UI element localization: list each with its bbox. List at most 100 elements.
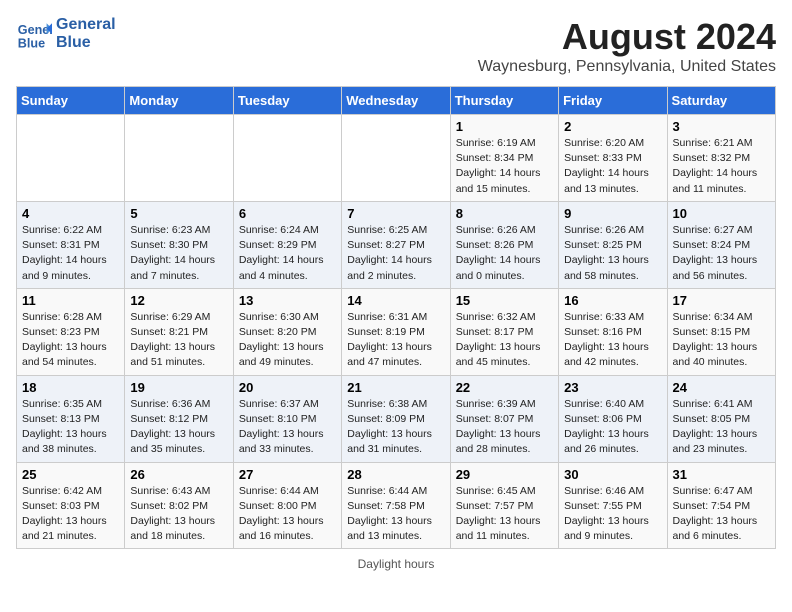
day-number: 1 xyxy=(456,119,553,134)
day-info: Sunrise: 6:27 AM Sunset: 8:24 PM Dayligh… xyxy=(673,223,770,284)
day-number: 16 xyxy=(564,293,661,308)
footer: Daylight hours xyxy=(16,557,776,571)
calendar-cell: 7 Sunrise: 6:25 AM Sunset: 8:27 PM Daylig… xyxy=(342,201,450,288)
calendar-cell xyxy=(233,115,341,202)
calendar-cell: 31 Sunrise: 6:47 AM Sunset: 7:54 PM Dayli… xyxy=(667,462,775,549)
calendar-cell: 3 Sunrise: 6:21 AM Sunset: 8:32 PM Daylig… xyxy=(667,115,775,202)
day-number: 24 xyxy=(673,380,770,395)
day-info: Sunrise: 6:42 AM Sunset: 8:03 PM Dayligh… xyxy=(22,484,119,545)
day-number: 25 xyxy=(22,467,119,482)
day-info: Sunrise: 6:26 AM Sunset: 8:26 PM Dayligh… xyxy=(456,223,553,284)
day-number: 29 xyxy=(456,467,553,482)
calendar: SundayMondayTuesdayWednesdayThursdayFrid… xyxy=(16,86,776,549)
day-number: 13 xyxy=(239,293,336,308)
day-number: 21 xyxy=(347,380,444,395)
day-info: Sunrise: 6:45 AM Sunset: 7:57 PM Dayligh… xyxy=(456,484,553,545)
day-number: 23 xyxy=(564,380,661,395)
calendar-cell: 14 Sunrise: 6:31 AM Sunset: 8:19 PM Dayli… xyxy=(342,288,450,375)
day-info: Sunrise: 6:34 AM Sunset: 8:15 PM Dayligh… xyxy=(673,310,770,371)
calendar-cell: 11Sunrise: 6:28 AM Sunset: 8:23 PM Dayli… xyxy=(17,288,125,375)
logo-line2: Blue xyxy=(56,34,116,52)
day-number: 7 xyxy=(347,206,444,221)
day-header-sunday: Sunday xyxy=(17,87,125,115)
day-number: 17 xyxy=(673,293,770,308)
day-info: Sunrise: 6:39 AM Sunset: 8:07 PM Dayligh… xyxy=(456,397,553,458)
calendar-cell: 25 Sunrise: 6:42 AM Sunset: 8:03 PM Dayli… xyxy=(17,462,125,549)
day-number: 8 xyxy=(456,206,553,221)
calendar-cell: 26 Sunrise: 6:43 AM Sunset: 8:02 PM Dayli… xyxy=(125,462,233,549)
day-info: Sunrise: 6:46 AM Sunset: 7:55 PM Dayligh… xyxy=(564,484,661,545)
day-header-monday: Monday xyxy=(125,87,233,115)
day-number: 26 xyxy=(130,467,227,482)
day-info: Sunrise: 6:35 AM Sunset: 8:13 PM Dayligh… xyxy=(22,397,119,458)
calendar-cell: 16 Sunrise: 6:33 AM Sunset: 8:16 PM Dayli… xyxy=(559,288,667,375)
calendar-cell xyxy=(342,115,450,202)
calendar-cell xyxy=(17,115,125,202)
calendar-cell: 24 Sunrise: 6:41 AM Sunset: 8:05 PM Dayli… xyxy=(667,375,775,462)
day-number: 9 xyxy=(564,206,661,221)
day-number: 6 xyxy=(239,206,336,221)
calendar-cell: 20 Sunrise: 6:37 AM Sunset: 8:10 PM Dayli… xyxy=(233,375,341,462)
day-number: 30 xyxy=(564,467,661,482)
calendar-cell: 22 Sunrise: 6:39 AM Sunset: 8:07 PM Dayli… xyxy=(450,375,558,462)
day-number: 19 xyxy=(130,380,227,395)
calendar-cell xyxy=(125,115,233,202)
day-info: Sunrise: 6:19 AM Sunset: 8:34 PM Dayligh… xyxy=(456,136,553,197)
day-info: Sunrise: 6:22 AM Sunset: 8:31 PM Dayligh… xyxy=(22,223,119,284)
main-title: August 2024 xyxy=(478,16,776,58)
day-number: 31 xyxy=(673,467,770,482)
logo-line1: General xyxy=(56,16,116,34)
day-info: Sunrise: 6:41 AM Sunset: 8:05 PM Dayligh… xyxy=(673,397,770,458)
day-number: 5 xyxy=(130,206,227,221)
calendar-cell: 2Sunrise: 6:20 AM Sunset: 8:33 PM Daylig… xyxy=(559,115,667,202)
calendar-cell: 23 Sunrise: 6:40 AM Sunset: 8:06 PM Dayli… xyxy=(559,375,667,462)
day-info: Sunrise: 6:29 AM Sunset: 8:21 PM Dayligh… xyxy=(130,310,227,371)
calendar-cell: 17 Sunrise: 6:34 AM Sunset: 8:15 PM Dayli… xyxy=(667,288,775,375)
day-info: Sunrise: 6:43 AM Sunset: 8:02 PM Dayligh… xyxy=(130,484,227,545)
day-info: Sunrise: 6:21 AM Sunset: 8:32 PM Dayligh… xyxy=(673,136,770,197)
day-number: 11 xyxy=(22,293,119,308)
day-info: Sunrise: 6:36 AM Sunset: 8:12 PM Dayligh… xyxy=(130,397,227,458)
day-info: Sunrise: 6:30 AM Sunset: 8:20 PM Dayligh… xyxy=(239,310,336,371)
day-number: 27 xyxy=(239,467,336,482)
calendar-cell: 5 Sunrise: 6:23 AM Sunset: 8:30 PM Daylig… xyxy=(125,201,233,288)
day-number: 15 xyxy=(456,293,553,308)
day-info: Sunrise: 6:40 AM Sunset: 8:06 PM Dayligh… xyxy=(564,397,661,458)
day-info: Sunrise: 6:23 AM Sunset: 8:30 PM Dayligh… xyxy=(130,223,227,284)
day-info: Sunrise: 6:26 AM Sunset: 8:25 PM Dayligh… xyxy=(564,223,661,284)
calendar-cell: 8 Sunrise: 6:26 AM Sunset: 8:26 PM Daylig… xyxy=(450,201,558,288)
calendar-cell: 13 Sunrise: 6:30 AM Sunset: 8:20 PM Dayli… xyxy=(233,288,341,375)
day-number: 4 xyxy=(22,206,119,221)
day-number: 12 xyxy=(130,293,227,308)
calendar-cell: 28Sunrise: 6:44 AM Sunset: 7:58 PM Dayli… xyxy=(342,462,450,549)
calendar-cell: 1 Sunrise: 6:19 AM Sunset: 8:34 PM Daylig… xyxy=(450,115,558,202)
day-number: 22 xyxy=(456,380,553,395)
day-info: Sunrise: 6:44 AM Sunset: 8:00 PM Dayligh… xyxy=(239,484,336,545)
day-number: 10 xyxy=(673,206,770,221)
logo-icon: General Blue xyxy=(16,16,52,52)
day-info: Sunrise: 6:31 AM Sunset: 8:19 PM Dayligh… xyxy=(347,310,444,371)
subtitle: Waynesburg, Pennsylvania, United States xyxy=(478,58,776,76)
day-number: 14 xyxy=(347,293,444,308)
calendar-cell: 21 Sunrise: 6:38 AM Sunset: 8:09 PM Dayli… xyxy=(342,375,450,462)
calendar-cell: 30 Sunrise: 6:46 AM Sunset: 7:55 PM Dayli… xyxy=(559,462,667,549)
day-number: 18 xyxy=(22,380,119,395)
day-number: 3 xyxy=(673,119,770,134)
day-number: 20 xyxy=(239,380,336,395)
day-info: Sunrise: 6:33 AM Sunset: 8:16 PM Dayligh… xyxy=(564,310,661,371)
title-area: August 2024 Waynesburg, Pennsylvania, Un… xyxy=(478,16,776,76)
day-info: Sunrise: 6:38 AM Sunset: 8:09 PM Dayligh… xyxy=(347,397,444,458)
svg-text:Blue: Blue xyxy=(18,37,45,51)
day-info: Sunrise: 6:32 AM Sunset: 8:17 PM Dayligh… xyxy=(456,310,553,371)
day-info: Sunrise: 6:24 AM Sunset: 8:29 PM Dayligh… xyxy=(239,223,336,284)
header: General Blue General Blue August 2024 Wa… xyxy=(16,16,776,76)
day-header-wednesday: Wednesday xyxy=(342,87,450,115)
day-header-tuesday: Tuesday xyxy=(233,87,341,115)
day-info: Sunrise: 6:25 AM Sunset: 8:27 PM Dayligh… xyxy=(347,223,444,284)
day-info: Sunrise: 6:37 AM Sunset: 8:10 PM Dayligh… xyxy=(239,397,336,458)
calendar-cell: 4 Sunrise: 6:22 AM Sunset: 8:31 PM Daylig… xyxy=(17,201,125,288)
day-info: Sunrise: 6:44 AM Sunset: 7:58 PM Dayligh… xyxy=(347,484,444,545)
calendar-cell: 18 Sunrise: 6:35 AM Sunset: 8:13 PM Dayli… xyxy=(17,375,125,462)
logo: General Blue General Blue xyxy=(16,16,116,52)
day-info: Sunrise: 6:47 AM Sunset: 7:54 PM Dayligh… xyxy=(673,484,770,545)
